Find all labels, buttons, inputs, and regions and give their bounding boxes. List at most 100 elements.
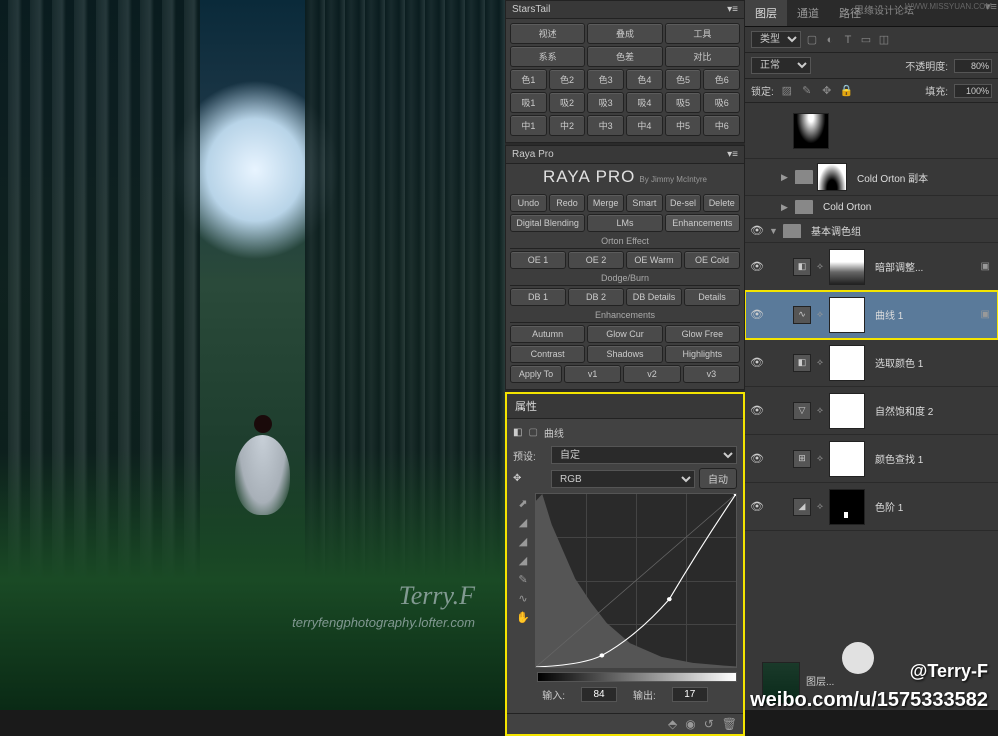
st-btn[interactable]: 系系 bbox=[510, 46, 585, 67]
blend-mode-select[interactable]: 正常 bbox=[751, 57, 811, 74]
lock-pixel-icon[interactable]: ✎ bbox=[800, 84, 814, 97]
layer-group-row[interactable]: ▶ Cold Orton bbox=[745, 196, 998, 219]
eyedrop-black-icon[interactable]: ◢ bbox=[513, 516, 533, 529]
view-prev-icon[interactable]: ◉ bbox=[685, 717, 695, 731]
layer-row[interactable]: 👁 ◢ ⟡ 色阶 1 bbox=[745, 483, 998, 531]
layer-mask-thumb[interactable] bbox=[829, 489, 865, 525]
smart-button[interactable]: Smart bbox=[626, 194, 663, 212]
eyedrop-white-icon[interactable]: ◢ bbox=[513, 554, 533, 567]
disclosure-icon[interactable]: ▼ bbox=[769, 226, 779, 236]
undo-button[interactable]: Undo bbox=[510, 194, 547, 212]
link-icon[interactable]: ⟡ bbox=[815, 357, 825, 368]
layer-mask-thumb[interactable] bbox=[829, 441, 865, 477]
lock-all-icon[interactable]: 🔒 bbox=[840, 84, 854, 97]
fill-input[interactable] bbox=[954, 84, 992, 98]
input-field[interactable] bbox=[581, 687, 617, 702]
st-btn[interactable]: 色5 bbox=[665, 69, 702, 90]
visibility-icon[interactable]: 👁 bbox=[749, 404, 765, 417]
point-tool-icon[interactable]: ⬈ bbox=[513, 497, 533, 510]
layer-row[interactable]: 👁 ◧ ⟡ 选取颜色 1 bbox=[745, 339, 998, 387]
link-icon[interactable]: ⟡ bbox=[815, 309, 825, 320]
lock-pos-icon[interactable]: ✥ bbox=[820, 84, 834, 97]
st-btn[interactable]: 色3 bbox=[587, 69, 624, 90]
layer-group-row[interactable]: ▶ Cold Orton 副本 bbox=[745, 159, 998, 196]
trash-icon[interactable]: 🗑 bbox=[722, 717, 737, 731]
layer-mask-thumb[interactable] bbox=[793, 113, 829, 149]
tab-enhancements[interactable]: Enhancements bbox=[665, 214, 740, 232]
layer-mask-thumb[interactable] bbox=[829, 249, 865, 285]
filter-adj-icon[interactable]: ◐ bbox=[823, 34, 837, 46]
oewarm-button[interactable]: OE Warm bbox=[626, 251, 682, 269]
st-btn[interactable]: 吸1 bbox=[510, 92, 547, 113]
tab-lms[interactable]: LMs bbox=[587, 214, 662, 232]
tab-layers[interactable]: 图层 bbox=[745, 0, 787, 26]
pencil-icon[interactable]: ✎ bbox=[513, 573, 533, 586]
visibility-icon[interactable]: 👁 bbox=[749, 500, 765, 513]
clip-icon[interactable]: ⬘ bbox=[668, 717, 677, 731]
disclosure-icon[interactable]: ▶ bbox=[781, 172, 791, 183]
st-btn[interactable]: 中4 bbox=[626, 115, 663, 136]
autumn-button[interactable]: Autumn bbox=[510, 325, 585, 343]
layer-mask-thumb[interactable] bbox=[829, 297, 865, 333]
visibility-icon[interactable]: 👁 bbox=[749, 224, 765, 237]
output-field[interactable] bbox=[672, 687, 708, 702]
tab-channels[interactable]: 通道 bbox=[787, 0, 829, 26]
auto-button[interactable]: 自动 bbox=[699, 468, 737, 489]
panel-menu-icon[interactable]: ▾≡ bbox=[727, 4, 738, 15]
oe2-button[interactable]: OE 2 bbox=[568, 251, 624, 269]
st-btn[interactable]: 对比 bbox=[665, 46, 740, 67]
dbdetails-button[interactable]: DB Details bbox=[626, 288, 682, 306]
st-btn[interactable]: 色差 bbox=[587, 46, 662, 67]
filter-pixel-icon[interactable]: ▢ bbox=[805, 33, 819, 46]
visibility-icon[interactable]: 👁 bbox=[749, 308, 765, 321]
lock-trans-icon[interactable]: ▨ bbox=[780, 84, 794, 97]
panel-menu-icon[interactable]: ▾≡ bbox=[727, 149, 738, 160]
smooth-icon[interactable]: ∿ bbox=[513, 592, 533, 605]
layer-row[interactable]: 👁 ▽ ⟡ 自然饱和度 2 bbox=[745, 387, 998, 435]
st-btn[interactable]: 叠成 bbox=[587, 23, 662, 44]
tab-digital-blending[interactable]: Digital Blending bbox=[510, 214, 585, 232]
visibility-icon[interactable]: 👁 bbox=[749, 452, 765, 465]
layer-row-selected[interactable]: 👁 ∿ ⟡ 曲线 1 ▣ bbox=[745, 291, 998, 339]
layer-mask-thumb[interactable] bbox=[817, 163, 847, 191]
hand-icon[interactable]: ✋ bbox=[513, 611, 533, 624]
preset-select[interactable]: 自定 bbox=[551, 446, 737, 464]
glowcur-button[interactable]: Glow Cur bbox=[587, 325, 662, 343]
highlights-button[interactable]: Highlights bbox=[665, 345, 740, 363]
link-icon[interactable]: ⟡ bbox=[815, 261, 825, 272]
visibility-icon[interactable]: 👁 bbox=[749, 260, 765, 273]
st-btn[interactable]: 吸4 bbox=[626, 92, 663, 113]
st-btn[interactable]: 吸6 bbox=[703, 92, 740, 113]
layer-row[interactable]: 👁 ⊞ ⟡ 颜色查找 1 bbox=[745, 435, 998, 483]
details-button[interactable]: Details bbox=[684, 288, 740, 306]
opacity-input[interactable] bbox=[954, 59, 992, 73]
st-btn[interactable]: 吸5 bbox=[665, 92, 702, 113]
curves-graph[interactable] bbox=[535, 493, 737, 668]
filter-shape-icon[interactable]: ▭ bbox=[859, 33, 873, 46]
st-btn[interactable]: 视述 bbox=[510, 23, 585, 44]
layer-row[interactable]: 👁 ◧ ⟡ 暗部调整... ▣ bbox=[745, 243, 998, 291]
st-btn[interactable]: 中1 bbox=[510, 115, 547, 136]
oe1-button[interactable]: OE 1 bbox=[510, 251, 566, 269]
disclosure-icon[interactable]: ▶ bbox=[781, 202, 791, 213]
layer-row[interactable] bbox=[745, 103, 998, 159]
st-btn[interactable]: 色6 bbox=[703, 69, 740, 90]
st-btn[interactable]: 色2 bbox=[549, 69, 586, 90]
filter-kind-select[interactable]: 类型 bbox=[751, 31, 801, 48]
st-btn[interactable]: 吸2 bbox=[549, 92, 586, 113]
link-icon[interactable]: ⟡ bbox=[815, 453, 825, 464]
db2-button[interactable]: DB 2 bbox=[568, 288, 624, 306]
channel-select[interactable]: RGB bbox=[551, 470, 695, 488]
st-btn[interactable]: 色1 bbox=[510, 69, 547, 90]
filter-smart-icon[interactable]: ◫ bbox=[877, 33, 891, 46]
st-btn[interactable]: 中2 bbox=[549, 115, 586, 136]
desel-button[interactable]: De-sel bbox=[665, 194, 702, 212]
eyedrop-gray-icon[interactable]: ◢ bbox=[513, 535, 533, 548]
link-icon[interactable]: ⟡ bbox=[815, 501, 825, 512]
layer-mask-thumb[interactable] bbox=[829, 393, 865, 429]
redo-button[interactable]: Redo bbox=[549, 194, 586, 212]
channel-eyedrop-icon[interactable]: ✥ bbox=[513, 473, 547, 484]
st-btn[interactable]: 中5 bbox=[665, 115, 702, 136]
shadows-button[interactable]: Shadows bbox=[587, 345, 662, 363]
reset-icon[interactable]: ↺ bbox=[704, 717, 714, 731]
